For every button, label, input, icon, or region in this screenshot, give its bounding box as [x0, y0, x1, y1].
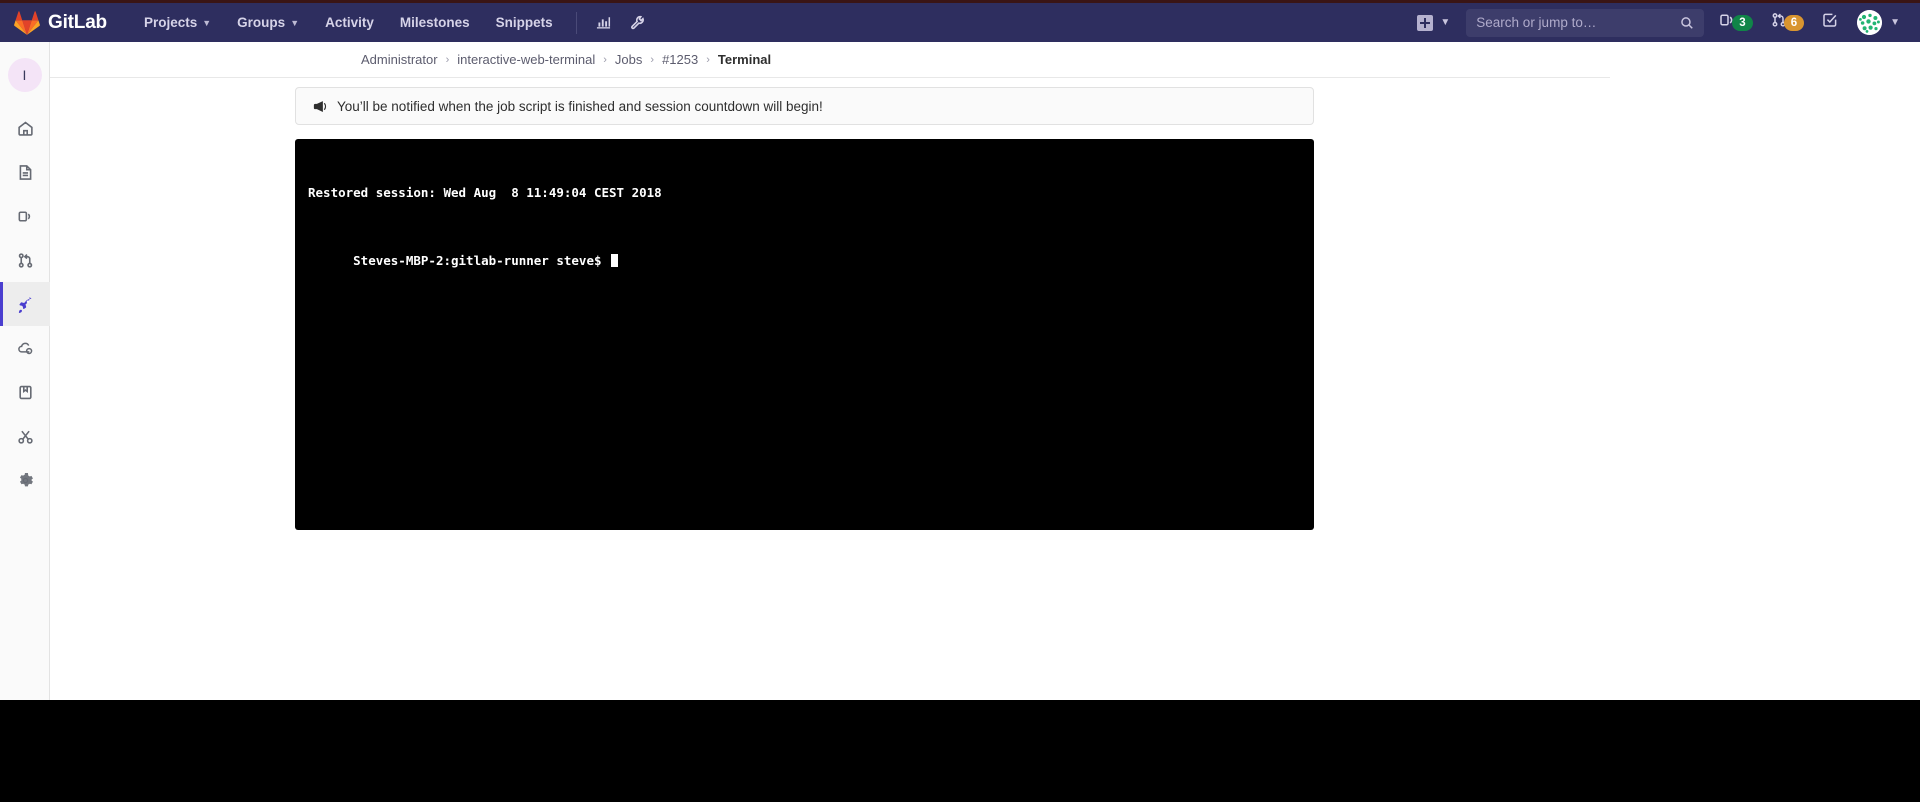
- issues-doc-icon: [17, 164, 34, 181]
- nav-item-milestones-label: Milestones: [399, 14, 470, 30]
- project-avatar[interactable]: I: [7, 58, 42, 92]
- main-content: Administrator › interactive-web-terminal…: [50, 42, 1920, 700]
- top-navbar: GitLab Projects ▼ Groups ▼ Activity Mile…: [0, 0, 1920, 42]
- megaphone-icon: [312, 99, 327, 114]
- navbar-divider: [575, 11, 577, 34]
- sidebar-item-settings[interactable]: [0, 458, 50, 502]
- breadcrumb-item-job-id[interactable]: #1253: [662, 52, 698, 67]
- repository-icon: [17, 208, 34, 225]
- wiki-book-icon: [17, 384, 34, 401]
- chevron-down-icon: ▼: [1440, 17, 1451, 28]
- terminal-prompt-text: Steves-MBP-2:gitlab-runner steve$: [353, 253, 610, 268]
- navbar-menu: Projects ▼ Groups ▼ Activity Milestones …: [131, 3, 655, 42]
- chevron-down-icon: ▼: [290, 17, 300, 28]
- settings-gear-icon: [17, 472, 34, 489]
- sidebar-item-wiki[interactable]: [0, 370, 50, 414]
- notification-banner: You’ll be notified when the job script i…: [295, 87, 1314, 125]
- left-sidebar: I: [0, 42, 50, 700]
- plus-square-icon: [1417, 14, 1434, 31]
- ci-cd-rocket-icon: [17, 296, 34, 313]
- notification-banner-text: You’ll be notified when the job script i…: [337, 98, 823, 114]
- analytics-chart-icon[interactable]: [587, 2, 621, 44]
- navbar-left: GitLab Projects ▼ Groups ▼ Activity Mile…: [0, 3, 655, 42]
- web-terminal[interactable]: Restored session: Wed Aug 8 11:49:04 CES…: [295, 139, 1314, 530]
- terminal-line-restored-session: Restored session: Wed Aug 8 11:49:04 CES…: [308, 185, 662, 200]
- user-menu-button[interactable]: ▼: [1847, 2, 1906, 44]
- todos-check-icon: [1822, 12, 1838, 33]
- breadcrumb-separator: ›: [445, 53, 450, 66]
- merge-requests-icon: [17, 252, 34, 269]
- nav-item-projects[interactable]: Projects ▼: [131, 2, 224, 44]
- search-icon[interactable]: [1680, 16, 1694, 30]
- sidebar-item-issues[interactable]: [0, 150, 50, 194]
- issues-count: 3: [1732, 14, 1753, 31]
- search-input[interactable]: [1476, 15, 1681, 30]
- sidebar-item-repository[interactable]: [0, 194, 50, 238]
- nav-item-activity[interactable]: Activity: [312, 2, 387, 44]
- chevron-down-icon: ▼: [1890, 17, 1900, 28]
- breadcrumb-item-project[interactable]: interactive-web-terminal: [457, 52, 595, 67]
- breadcrumb-item-administrator[interactable]: Administrator: [361, 52, 438, 67]
- breadcrumb-separator: ›: [603, 53, 607, 66]
- nav-item-projects-label: Projects: [143, 14, 198, 30]
- search-input-wrapper[interactable]: [1466, 8, 1705, 37]
- chevron-down-icon: ▼: [202, 17, 212, 28]
- nav-item-milestones[interactable]: Milestones: [387, 2, 483, 44]
- operations-cloud-icon: [17, 340, 34, 357]
- breadcrumb-separator: ›: [650, 53, 655, 66]
- home-icon: [17, 120, 34, 137]
- sidebar-item-ci-cd[interactable]: [0, 282, 50, 326]
- breadcrumb-bar: Administrator › interactive-web-terminal…: [50, 42, 1610, 78]
- nav-item-groups-label: Groups: [237, 14, 286, 30]
- sidebar-item-merge-requests[interactable]: [0, 238, 50, 282]
- breadcrumb-current-terminal: Terminal: [717, 52, 772, 67]
- nav-item-snippets-label: Snippets: [495, 14, 553, 30]
- sidebar-item-operations[interactable]: [0, 326, 50, 370]
- nav-item-snippets[interactable]: Snippets: [483, 2, 566, 44]
- snippets-scissors-icon: [17, 428, 34, 445]
- nav-item-activity-label: Activity: [325, 14, 374, 30]
- sidebar-item-snippets[interactable]: [0, 414, 50, 458]
- merge-requests-badge[interactable]: 6: [1762, 2, 1813, 44]
- todos-badge[interactable]: [1813, 2, 1847, 44]
- wrench-icon[interactable]: [621, 2, 655, 44]
- issues-badge[interactable]: 3: [1710, 2, 1761, 44]
- sidebar-item-home[interactable]: [0, 106, 50, 150]
- breadcrumb-item-jobs[interactable]: Jobs: [615, 52, 642, 67]
- nav-item-groups[interactable]: Groups ▼: [224, 2, 312, 44]
- merge-requests-count: 6: [1783, 14, 1805, 31]
- navbar-right: ▼ 3: [1411, 3, 1920, 42]
- breadcrumb-separator: ›: [706, 53, 710, 66]
- gitlab-wordmark[interactable]: GitLab: [48, 12, 107, 34]
- terminal-cursor: [611, 254, 619, 267]
- avatar: [1857, 10, 1883, 35]
- terminal-prompt-line: Steves-MBP-2:gitlab-runner steve$: [308, 235, 1301, 286]
- bottom-black-band: [0, 700, 1920, 802]
- create-new-button[interactable]: ▼: [1411, 2, 1456, 44]
- gitlab-tanuki-logo[interactable]: [14, 10, 40, 36]
- breadcrumb: Administrator › interactive-web-terminal…: [361, 52, 771, 67]
